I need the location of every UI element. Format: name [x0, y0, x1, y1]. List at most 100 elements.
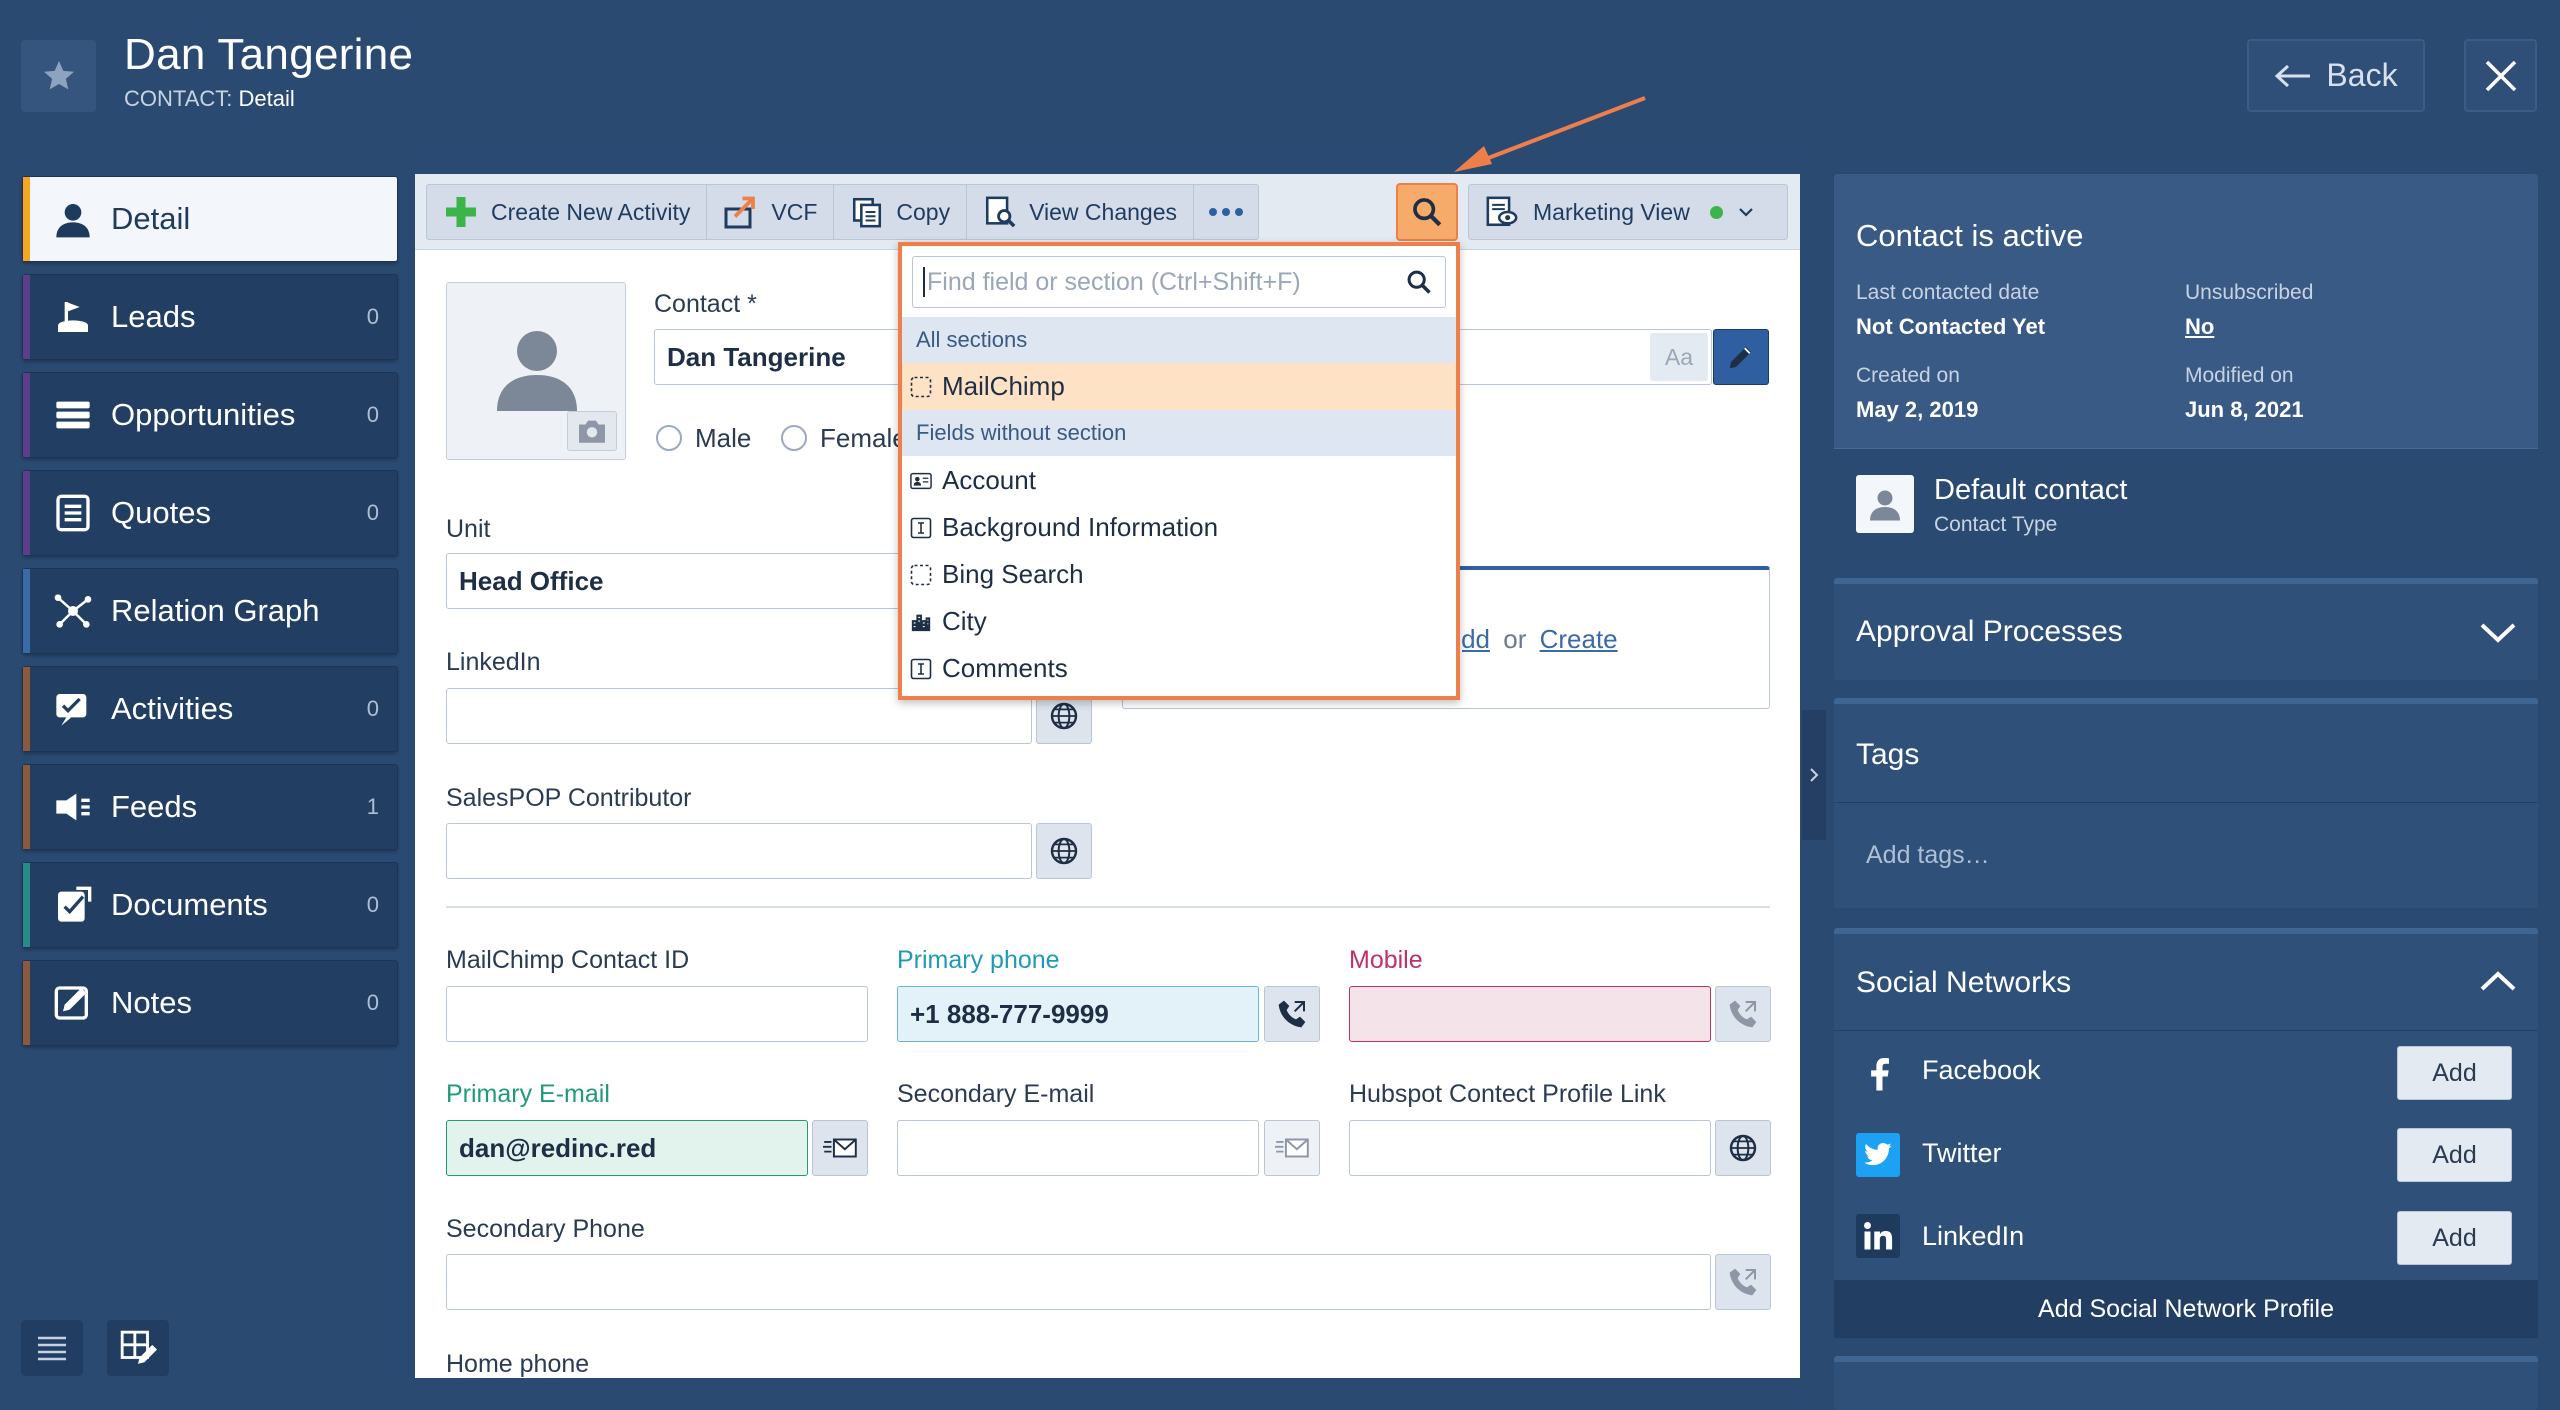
sidebar-item-label: Feeds	[111, 789, 198, 824]
back-button[interactable]: Back	[2247, 39, 2425, 112]
sidebar-item-count: 0	[366, 696, 379, 721]
primary-email-label: Primary E-mail	[446, 1080, 610, 1108]
globe-icon	[1050, 702, 1078, 730]
linkedin-label: LinkedIn	[446, 648, 541, 676]
unit-input[interactable]: Head Office	[446, 553, 910, 609]
page-title: Dan Tangerine	[124, 30, 414, 79]
dropdown-item-city[interactable]: City	[902, 598, 1456, 645]
salespop-input[interactable]	[446, 823, 1032, 879]
text-format-button[interactable]: Aa	[1650, 333, 1708, 381]
add-tags-input[interactable]: Add tags…	[1866, 841, 1990, 870]
quotes-icon	[53, 493, 93, 533]
sidebar-item-count: 0	[366, 304, 379, 329]
create-activity-button[interactable]: Create New Activity	[427, 185, 708, 239]
mobile-input[interactable]	[1349, 986, 1711, 1042]
twitter-label: Twitter	[1922, 1138, 2002, 1168]
dropdown-item-label: Background Information	[942, 512, 1219, 542]
graph-icon	[53, 591, 93, 631]
secondary-phone-input[interactable]	[446, 1254, 1711, 1310]
tags-title: Tags	[1856, 738, 1920, 771]
sidebar-item-label: Detail	[111, 201, 191, 236]
hubspot-open-button[interactable]	[1715, 1120, 1771, 1176]
copy-icon	[853, 197, 882, 228]
chevron-up-icon[interactable]	[2478, 968, 2518, 994]
gender-male-radio[interactable]	[656, 425, 682, 451]
create-activity-label: Create New Activity	[491, 198, 691, 225]
secondary-email-input[interactable]	[897, 1120, 1259, 1176]
section-divider	[446, 906, 1770, 908]
text-cursor	[923, 267, 925, 297]
marketing-view-select[interactable]: Marketing View	[1468, 184, 1788, 240]
call-secondary-phone-button[interactable]	[1715, 1254, 1771, 1310]
vcf-button[interactable]: VCF	[707, 185, 835, 239]
unsubscribed-value[interactable]: No	[2185, 314, 2214, 340]
export-icon	[724, 196, 756, 229]
dropdown-item-label: Bing Search	[942, 559, 1084, 589]
mailchimp-id-input[interactable]	[446, 986, 868, 1042]
dropdown-item-background-information[interactable]: Background Information	[902, 504, 1456, 551]
sidebar-item-quotes[interactable]: Quotes 0	[22, 470, 398, 556]
sidebar-item-detail[interactable]: Detail	[22, 176, 398, 262]
dropdown-item-label: Comments	[942, 653, 1068, 683]
more-button[interactable]	[1194, 185, 1258, 239]
close-button[interactable]	[2464, 39, 2537, 112]
add-twitter-button[interactable]: Add	[2397, 1128, 2512, 1182]
layout-edit-button[interactable]	[107, 1320, 169, 1376]
sidebar-item-documents[interactable]: Documents 0	[22, 862, 398, 948]
sidebar-accent	[23, 961, 30, 1045]
find-field-button[interactable]	[1396, 183, 1458, 241]
contact-photo[interactable]	[446, 282, 626, 460]
menu-button[interactable]	[21, 1320, 83, 1376]
sidebar-item-activities[interactable]: Activities 0	[22, 666, 398, 752]
gender-female-radio[interactable]	[781, 425, 807, 451]
sidebar-item-notes[interactable]: Notes 0	[22, 960, 398, 1046]
primary-phone-input[interactable]: +1 888-777-9999	[897, 986, 1259, 1042]
star-icon	[43, 61, 74, 90]
mail-icon	[1275, 1138, 1309, 1158]
dropdown-item-mailchimp[interactable]: MailChimp	[902, 363, 1456, 410]
facebook-label: Facebook	[1922, 1055, 2041, 1085]
create-company-link[interactable]: Create	[1540, 624, 1618, 654]
copy-button[interactable]: Copy	[834, 185, 968, 239]
sidebar-item-leads[interactable]: Leads 0	[22, 274, 398, 360]
social-divider	[1834, 1030, 2538, 1031]
dropdown-item-bing-search[interactable]: Bing Search	[902, 551, 1456, 598]
sidebar-item-opportunities[interactable]: Opportunities 0	[22, 372, 398, 458]
edit-name-button[interactable]	[1713, 329, 1769, 385]
salespop-label: SalesPOP Contributor	[446, 784, 692, 812]
sidebar-item-relation-graph[interactable]: Relation Graph	[22, 568, 398, 654]
camera-button[interactable]	[567, 411, 617, 451]
next-card	[1834, 1356, 2538, 1410]
dropdown-item-label: City	[942, 606, 987, 636]
text-format-label: Aa	[1664, 343, 1694, 370]
panel-collapse-handle[interactable]	[1802, 710, 1826, 840]
call-primary-phone-button[interactable]	[1264, 986, 1320, 1042]
hubspot-input[interactable]	[1349, 1120, 1711, 1176]
call-mobile-button[interactable]	[1715, 986, 1771, 1042]
primary-email-input[interactable]: dan@redinc.red	[446, 1120, 808, 1176]
salespop-open-button[interactable]	[1036, 823, 1092, 879]
find-field-input[interactable]: Find field or section (Ctrl+Shift+F)	[912, 256, 1446, 308]
sidebar-item-feeds[interactable]: Feeds 1	[22, 764, 398, 850]
sidebar-item-label: Leads	[111, 299, 196, 334]
person-icon	[1870, 490, 1900, 521]
add-company-link[interactable]: Add	[1462, 624, 1490, 655]
dropdown-item-account[interactable]: Account	[902, 457, 1456, 504]
view-changes-button[interactable]: View Changes	[967, 185, 1195, 239]
send-primary-email-button[interactable]	[812, 1120, 868, 1176]
activities-icon	[53, 689, 93, 729]
contact-type-label: Contact Type	[1934, 513, 2058, 536]
home-phone-label: Home phone	[446, 1350, 590, 1378]
add-social-profile-bar[interactable]: Add Social Network Profile	[1834, 1280, 2538, 1338]
add-facebook-button[interactable]: Add	[2397, 1046, 2512, 1100]
contact-name-input[interactable]: Dan Tangerine	[654, 329, 910, 385]
add-linkedin-button[interactable]: Add	[2397, 1211, 2512, 1265]
feeds-icon	[53, 787, 93, 827]
phone-icon	[1729, 1268, 1757, 1296]
section-icon	[910, 376, 932, 398]
subtitle-prefix: CONTACT:	[124, 86, 233, 111]
dropdown-item-comments[interactable]: Comments	[902, 645, 1456, 692]
copy-label: Copy	[896, 198, 951, 225]
favorite-button[interactable]	[21, 40, 96, 112]
send-secondary-email-button[interactable]	[1264, 1120, 1320, 1176]
